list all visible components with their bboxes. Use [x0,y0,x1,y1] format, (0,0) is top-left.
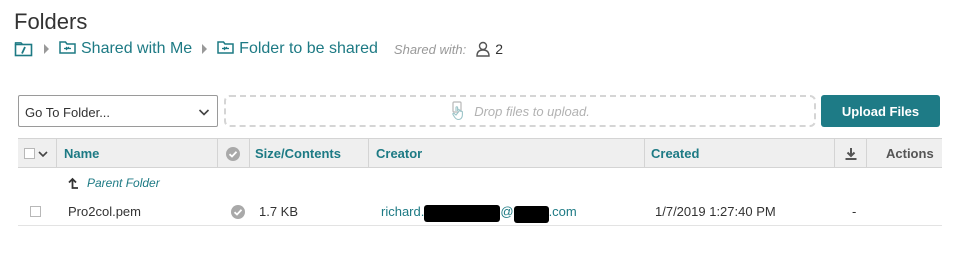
check-circle-icon [225,146,241,162]
go-to-folder-value: Go To Folder... [25,105,111,120]
download-value: - [852,204,857,219]
files-table: Name Size/Contents Creator Created Actio… [18,138,942,226]
column-header-created[interactable]: Created [651,139,699,168]
chevron-down-icon [198,105,210,120]
parent-folder-row[interactable]: Parent Folder [18,168,942,197]
table-row[interactable]: Pro2col.pem 1.7 KB richard. @ .com 1/7/201… [18,197,942,226]
file-dropzone[interactable]: Drop files to upload. [224,95,816,127]
shared-with-label: Shared with: [393,41,467,57]
user-icon[interactable] [476,41,490,57]
breadcrumb-item-folder-to-be-shared[interactable]: Folder to be shared [217,40,378,59]
dropzone-text: Drop files to upload. [474,103,590,119]
download-column-header[interactable] [844,139,858,168]
select-all-checkbox[interactable] [24,148,35,159]
creator-email-at: @ [500,204,514,219]
shared-count[interactable]: 2 [495,41,503,57]
column-header-size[interactable]: Size/Contents [255,139,341,168]
column-header-actions: Actions [886,146,934,161]
breadcrumb-separator-icon [202,44,208,54]
page-title: Folders [14,9,88,34]
file-name[interactable]: Pro2col.pem [68,197,141,226]
chevron-down-icon[interactable] [38,150,48,158]
check-circle-icon [230,197,246,226]
created-date: 1/7/2019 1:27:40 PM [655,204,776,219]
shared-folder-icon [217,40,234,59]
table-header: Name Size/Contents Creator Created Actio… [18,138,942,168]
root-folder-icon[interactable] [14,41,34,57]
file-size: 1.7 KB [259,204,299,219]
creator-email-suffix: .com [548,204,577,219]
creator-email-link[interactable]: richard. @ .com [381,197,577,226]
breadcrumb-item-label: Folder to be shared [239,40,378,57]
select-all-control[interactable] [24,139,48,168]
breadcrumb-separator-icon [44,44,49,54]
shared-folder-icon [59,40,76,59]
redaction-mark [424,205,501,222]
download-icon [844,147,858,161]
column-header-name[interactable]: Name [64,139,99,168]
go-to-folder-select[interactable]: Go To Folder... [18,95,218,127]
status-column-header[interactable] [225,139,241,168]
row-checkbox[interactable] [30,197,41,226]
redaction-mark [513,206,549,223]
upload-files-button[interactable]: Upload Files [821,95,940,127]
breadcrumb-item-shared-with-me[interactable]: Shared with Me [59,40,192,59]
drag-hand-icon [450,101,466,121]
toolbar: Go To Folder... Drop files to upload. Up… [18,95,940,127]
parent-folder-link[interactable]: Parent Folder [87,168,160,197]
breadcrumb-item-label: Shared with Me [81,40,193,57]
breadcrumb: Shared with Me Folder to be shared Share… [14,38,503,60]
column-header-creator[interactable]: Creator [376,139,422,168]
creator-email-prefix: richard. [381,204,425,219]
up-arrow-icon [67,168,79,197]
